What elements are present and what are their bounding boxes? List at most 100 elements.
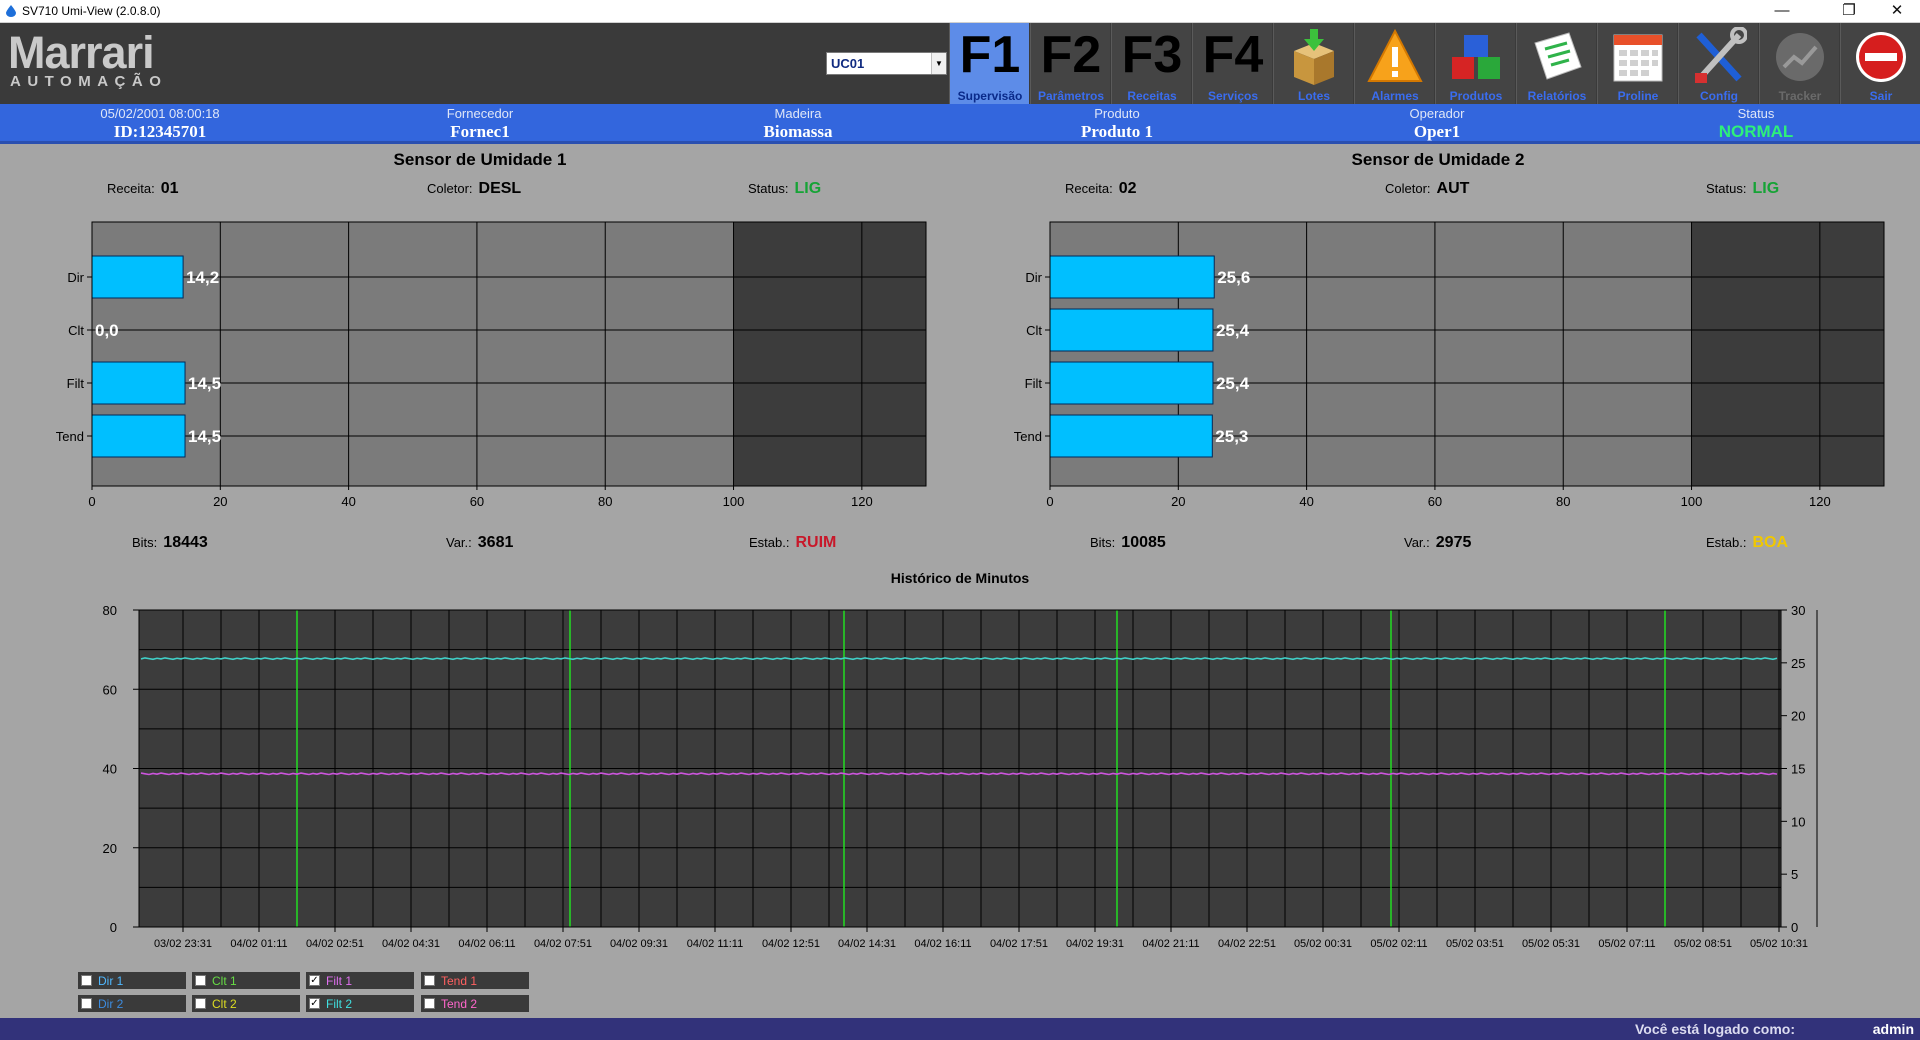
restore-button[interactable]: ❐: [1826, 0, 1872, 23]
operador-value: Oper1: [1413, 122, 1461, 141]
sensor1-tick-label: 120: [851, 494, 873, 509]
var-value: 3681: [477, 534, 514, 551]
receita-label: Receita:: [1065, 181, 1113, 196]
legend-checkbox[interactable]: [81, 975, 92, 986]
legend-dir-1[interactable]: Dir 1: [78, 972, 186, 989]
history-right-tick-label: 20: [1791, 709, 1805, 724]
sensor2-data-label: 25,6: [1217, 268, 1250, 287]
calendar-icon: [1613, 34, 1663, 82]
legend-checkbox[interactable]: [424, 975, 435, 986]
nav-config[interactable]: Config: [1678, 23, 1758, 104]
bits-value: 18443: [163, 534, 208, 551]
nav-f4-servicos[interactable]: F4 Serviços: [1192, 23, 1272, 104]
legend-checkbox[interactable]: ✓: [309, 998, 320, 1009]
nav-label: Lotes: [1297, 89, 1330, 103]
exit-icon: [1856, 32, 1906, 82]
fornecedor-label: Fornecedor: [446, 106, 514, 121]
warning-icon: [1367, 28, 1423, 82]
legend-tend-2[interactable]: Tend 2: [421, 995, 529, 1012]
sensor1-estab: Estab.: RUIM: [749, 534, 836, 552]
nav-f3-receitas[interactable]: F3 Receitas: [1111, 23, 1191, 104]
history-x-tick-label: 04/02 01:11: [230, 938, 287, 950]
nav-label: Supervisão: [957, 89, 1023, 103]
legend-tend-1[interactable]: Tend 1: [421, 972, 529, 989]
nav-alarmes[interactable]: Alarmes: [1354, 23, 1434, 104]
legend-checkbox[interactable]: ✓: [309, 975, 320, 986]
nav-tracker: Tracker: [1759, 23, 1839, 104]
f1-key: F1: [959, 26, 1021, 84]
unit-select[interactable]: UC01 ▼: [826, 52, 947, 75]
sensor2-var: Var.: 2975: [1404, 534, 1471, 552]
legend-checkbox[interactable]: [195, 975, 206, 986]
legend-checkbox[interactable]: [81, 998, 92, 1009]
legend-clt-2[interactable]: Clt 2: [192, 995, 300, 1012]
bits-label: Bits:: [1090, 535, 1116, 550]
produto-label: Produto: [1094, 106, 1140, 121]
history-x-tick-label: 04/02 12:51: [762, 938, 820, 950]
legend-label: Filt 1: [326, 974, 353, 988]
receita-value: 02: [1118, 180, 1137, 197]
nav-f1-supervisao[interactable]: F1 Supervisão: [949, 23, 1029, 104]
sensor1-category-label: Dir: [67, 270, 84, 285]
app-drop-icon: [6, 5, 16, 17]
receita-label: Receita:: [107, 181, 155, 196]
status-value: LIG: [1752, 180, 1780, 197]
history-right-tick-label: 30: [1791, 603, 1805, 618]
sensor2-tick-label: 100: [1681, 494, 1703, 509]
sensor2-category-label: Clt: [1026, 323, 1042, 338]
sensor2-bar: [1049, 414, 1213, 458]
sensor1-category-label: Clt: [68, 323, 84, 338]
minimize-button[interactable]: —: [1759, 0, 1805, 23]
nav-label: Produtos: [1449, 89, 1503, 103]
logged-user: admin: [1872, 1021, 1914, 1037]
history-x-tick-label: 05/02 03:51: [1446, 938, 1504, 950]
nav-produtos[interactable]: Produtos: [1435, 23, 1515, 104]
sensor1-tick-label: 100: [723, 494, 745, 509]
sensor2-tick-label: 120: [1809, 494, 1831, 509]
close-button[interactable]: ✕: [1874, 0, 1920, 23]
history-x-tick-label: 03/02 23:31: [154, 938, 212, 950]
coletor-label: Coletor:: [1385, 181, 1431, 196]
legend-clt-1[interactable]: Clt 1: [192, 972, 300, 989]
bits-value: 10085: [1121, 534, 1166, 551]
history-line-chart: 0 20 40 60 80 0 5 10 15 20 25 30 03/02 23:31 04/02 01…: [103, 603, 1818, 950]
chevron-down-icon[interactable]: ▼: [931, 53, 946, 74]
coletor-value: DESL: [478, 180, 522, 197]
nav-proline[interactable]: Proline: [1597, 23, 1677, 104]
history-x-tick-label: 04/02 02:51: [306, 938, 364, 950]
history-right-tick-label: 5: [1791, 867, 1798, 882]
legend-filt-1[interactable]: ✓ Filt 1: [306, 972, 414, 989]
sensor1-tick-label: 80: [598, 494, 612, 509]
nav-lotes[interactable]: Lotes: [1273, 23, 1353, 104]
info-status: Status NORMAL: [1656, 106, 1856, 141]
sensor2-tick-label: 80: [1556, 494, 1570, 509]
history-left-tick-label: 20: [103, 841, 117, 856]
nav-label: Config: [1700, 89, 1738, 103]
legend-filt-2[interactable]: ✓ Filt 2: [306, 995, 414, 1012]
legend-checkbox[interactable]: [195, 998, 206, 1009]
sensor1-var: Var.: 3681: [446, 534, 513, 552]
sensor2-tick-label: 0: [1046, 494, 1053, 509]
legend-dir-2[interactable]: Dir 2: [78, 995, 186, 1012]
legend-label: Tend 2: [441, 997, 478, 1011]
nav-relatorios[interactable]: Relatórios: [1516, 23, 1596, 104]
sensor1-title: Sensor de Umidade 1: [393, 150, 567, 169]
madeira-value: Biomassa: [763, 122, 833, 141]
legend-checkbox[interactable]: [424, 998, 435, 1009]
tools-icon: [1695, 27, 1747, 83]
sensor2-bar-chart: 0 20 40 60 80 100 120 Dir 25,6 Clt 25,4 Filt 25,4 Ten…: [1014, 221, 1885, 509]
sensor2-bar: [1049, 361, 1214, 405]
sensor2-category-label: Dir: [1025, 270, 1042, 285]
sensor2-tick-label: 20: [1171, 494, 1185, 509]
nav-sair[interactable]: Sair: [1840, 23, 1920, 104]
nav-f2-parametros[interactable]: F2 Parâmetros: [1030, 23, 1110, 104]
madeira-label: Madeira: [774, 106, 822, 121]
nav-label: Relatórios: [1527, 89, 1587, 103]
produto-value: Produto 1: [1081, 122, 1153, 141]
var-label: Var.:: [1404, 535, 1430, 550]
history-x-tick-label: 04/02 07:51: [534, 938, 592, 950]
history-left-tick-label: 40: [103, 762, 117, 777]
datetime-text: 05/02/2001 08:00:18: [100, 106, 220, 121]
sensor1-receita: Receita: 01: [107, 180, 179, 198]
sensor2-coletor: Coletor: AUT: [1385, 180, 1469, 198]
